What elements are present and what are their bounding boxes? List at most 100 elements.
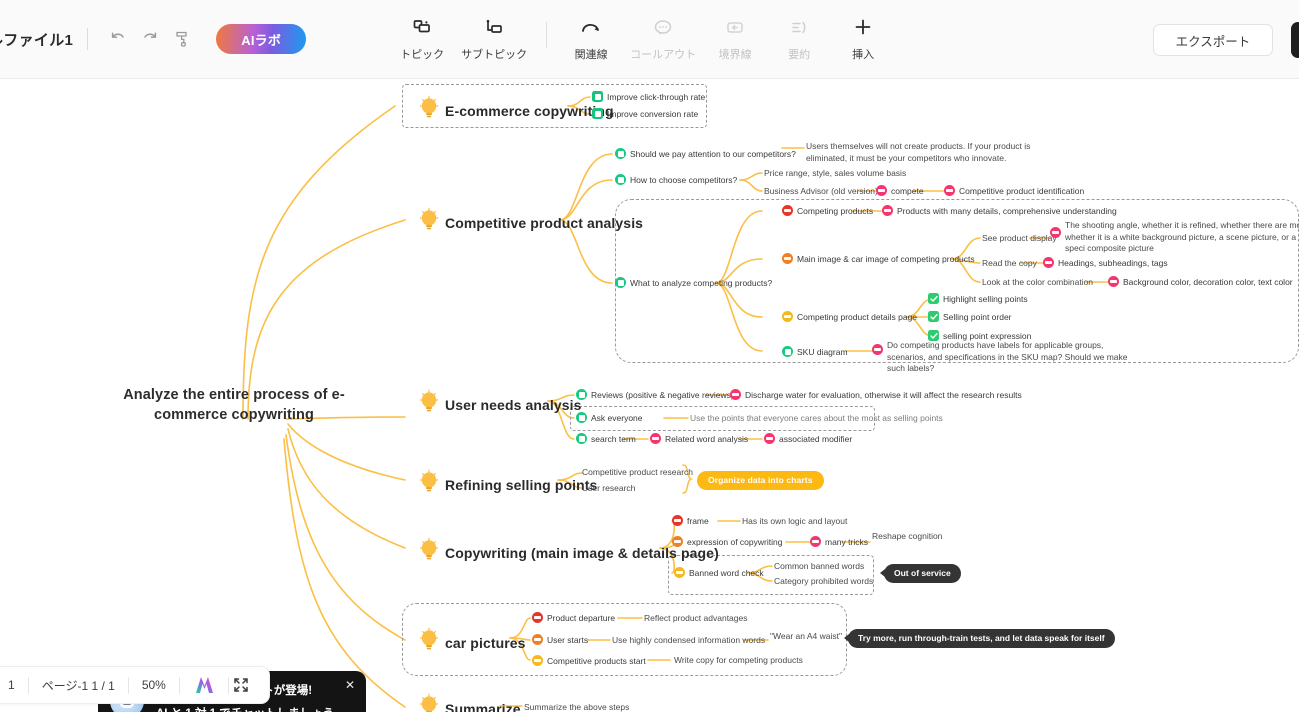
tool-boundary[interactable]: 境界線 — [703, 15, 767, 64]
sub-user-starts[interactable]: User starts — [532, 634, 588, 645]
sub-associated-modifier[interactable]: associated modifier — [764, 433, 852, 444]
sub-sku-note[interactable]: Do competing products have labels for ap… — [872, 340, 1135, 375]
note-read-the-copy[interactable]: Read the copy — [982, 258, 1037, 270]
fullscreen-icon[interactable] — [231, 675, 251, 695]
note-user-research[interactable]: User research — [582, 483, 635, 495]
note-summarize-above-text: Summarize the above steps — [524, 702, 630, 712]
status-left-number[interactable]: 1 — [0, 678, 28, 692]
yellow-circle-icon — [674, 567, 685, 578]
pink-circle-icon — [876, 185, 887, 196]
topic-refining-selling-points[interactable]: Refining selling points — [418, 469, 597, 500]
pill-organize-data[interactable]: Organize data into charts — [697, 470, 824, 490]
sub-highlight-label: Highlight selling points — [943, 293, 1028, 304]
sub-how-choose-competitors[interactable]: How to choose competitors? — [615, 174, 737, 185]
sub-improve-conversion[interactable]: Improve conversion rate — [592, 108, 698, 119]
note-use-the-points[interactable]: Use the points that everyone cares about… — [690, 413, 943, 425]
sub-user-starts-label: User starts — [547, 634, 589, 645]
note-highly-condensed-words[interactable]: Use highly condensed information words — [612, 635, 765, 647]
right-edge-panel-handle[interactable] — [1291, 22, 1299, 58]
sub-many-tricks[interactable]: many tricks — [810, 536, 868, 547]
pink-circle-icon — [810, 536, 821, 547]
file-name[interactable]: ルファイル1 — [0, 29, 73, 50]
sub-banned-word-check[interactable]: Banned word check — [674, 567, 764, 578]
tool-callout[interactable]: コールアウト — [623, 15, 703, 64]
note-own-logic-layout[interactable]: Has its own logic and layout — [742, 516, 847, 528]
sub-highlight-selling-points[interactable]: Highlight selling points — [928, 293, 1028, 304]
sub-what-to-analyze[interactable]: What to analyze competing products? — [615, 277, 772, 288]
sub-sku-diagram[interactable]: SKU diagram — [782, 346, 848, 357]
sub-frame[interactable]: frame — [672, 515, 709, 526]
sub-shooting-angle[interactable]: The shooting angle, whether it is refine… — [1050, 220, 1299, 255]
sub-ask-everyone[interactable]: Ask everyone — [576, 412, 643, 423]
page-indicator[interactable]: ページ-1 1 / 1 — [29, 677, 128, 694]
tool-insert[interactable]: 挿入 — [831, 15, 895, 64]
sub-competing-details-page[interactable]: Competing product details page — [782, 311, 917, 322]
sub-discharge-water[interactable]: Discharge water for evaluation, otherwis… — [730, 389, 1022, 400]
app-logo-icon[interactable] — [193, 675, 215, 695]
mindmap-canvas[interactable]: Analyze the entire process of e-commerce… — [0, 79, 1299, 712]
note-business-advisor[interactable]: Business Advisor (old version) — [764, 186, 878, 198]
ai-lab-button[interactable]: AIラボ — [216, 24, 307, 54]
sub-expression-copywriting[interactable]: expression of copywriting — [672, 536, 782, 547]
green-circle-icon — [615, 277, 626, 288]
root-node[interactable]: Analyze the entire process of e-commerce… — [100, 385, 368, 425]
zoom-level[interactable]: 50% — [129, 678, 179, 692]
note-a4-waist[interactable]: "Wear an A4 waist" — [770, 631, 842, 643]
sub-improve-ctr[interactable]: Improve click-through rate — [592, 91, 705, 102]
note-competitors-innovate[interactable]: Users themselves will not create product… — [806, 141, 1064, 164]
sub-selling-point-order[interactable]: Selling point order — [928, 311, 1012, 322]
topic-competitive-product-analysis[interactable]: Competitive product analysis — [418, 207, 643, 238]
tool-summary[interactable]: 要約 — [767, 15, 831, 64]
format-painter-button[interactable] — [166, 23, 198, 55]
note-price-range[interactable]: Price range, style, sales volume basis — [764, 168, 906, 180]
sub-discharge-water-label: Discharge water for evaluation, otherwis… — [745, 389, 1022, 400]
sub-pay-attention-competitors[interactable]: Should we pay attention to our competito… — [615, 148, 796, 159]
topic-ecommerce-copywriting[interactable]: E-commerce copywriting — [418, 95, 614, 126]
pill-out-of-service[interactable]: Out of service — [884, 563, 961, 583]
topic-user-needs-analysis[interactable]: User needs analysis — [418, 389, 582, 420]
sub-products-many-details[interactable]: Products with many details, comprehensiv… — [882, 205, 1117, 216]
note-write-copy-competing[interactable]: Write copy for competing products — [674, 655, 803, 667]
topic-summarize[interactable]: Summarize — [418, 693, 521, 712]
note-common-banned-words[interactable]: Common banned words — [774, 561, 864, 573]
sub-competitive-products-start[interactable]: Competitive products start — [532, 655, 646, 666]
sub-product-departure[interactable]: Product departure — [532, 612, 615, 623]
close-icon[interactable]: ✕ — [345, 679, 355, 691]
export-label: エクスポート — [1175, 34, 1251, 49]
sub-main-image-label: Main image & car image of competing prod… — [797, 253, 975, 264]
tool-topic[interactable]: トピック — [390, 15, 454, 64]
undo-button[interactable] — [102, 23, 134, 55]
sub-competitive-identification[interactable]: Competitive product identification — [944, 185, 1084, 196]
pink-circle-icon — [882, 205, 893, 216]
topic-car-pictures[interactable]: car pictures — [418, 627, 526, 658]
ai-lab-label: AIラボ — [241, 32, 282, 48]
note-reshape-cognition[interactable]: Reshape cognition — [872, 531, 942, 543]
pill-try-more[interactable]: Try more, run through-train tests, and l… — [848, 628, 1115, 648]
sub-main-image-competing[interactable]: Main image & car image of competing prod… — [782, 253, 975, 264]
sub-competing-products[interactable]: Competing products — [782, 205, 873, 216]
note-reflect-product-advantages[interactable]: Reflect product advantages — [644, 613, 747, 625]
note-summarize-above[interactable]: Summarize the above steps — [524, 702, 629, 712]
sub-compete[interactable]: compete — [876, 185, 924, 196]
export-button[interactable]: エクスポート — [1153, 24, 1273, 56]
redo-button[interactable] — [134, 23, 166, 55]
note-common-banned-text: Common banned words — [774, 561, 865, 571]
sub-compete-label: compete — [891, 185, 924, 196]
sub-related-word-analysis[interactable]: Related word analysis — [650, 433, 748, 444]
note-category-prohibited-words[interactable]: Category prohibited words — [774, 576, 873, 588]
pink-circle-icon — [944, 185, 955, 196]
redo-icon — [140, 29, 160, 49]
bulb-icon — [418, 469, 440, 500]
sub-search-term[interactable]: search term — [576, 433, 636, 444]
sub-background-color[interactable]: Background color, decoration color, text… — [1108, 276, 1293, 287]
subtopic-icon — [483, 15, 505, 41]
tool-relation-line[interactable]: 関連線 — [559, 15, 623, 64]
green-circle-icon — [576, 389, 587, 400]
note-color-combination[interactable]: Look at the color combination — [982, 277, 1093, 289]
note-see-product-display[interactable]: See product display — [982, 233, 1057, 245]
sub-frame-label: frame — [687, 515, 709, 526]
sub-reviews[interactable]: Reviews (positive & negative reviews) — [576, 389, 734, 400]
tool-subtopic[interactable]: サブトピック — [454, 15, 534, 64]
sub-headings-subheadings[interactable]: Headings, subheadings, tags — [1043, 257, 1168, 268]
note-competitive-product-research[interactable]: Competitive product research — [582, 467, 693, 479]
